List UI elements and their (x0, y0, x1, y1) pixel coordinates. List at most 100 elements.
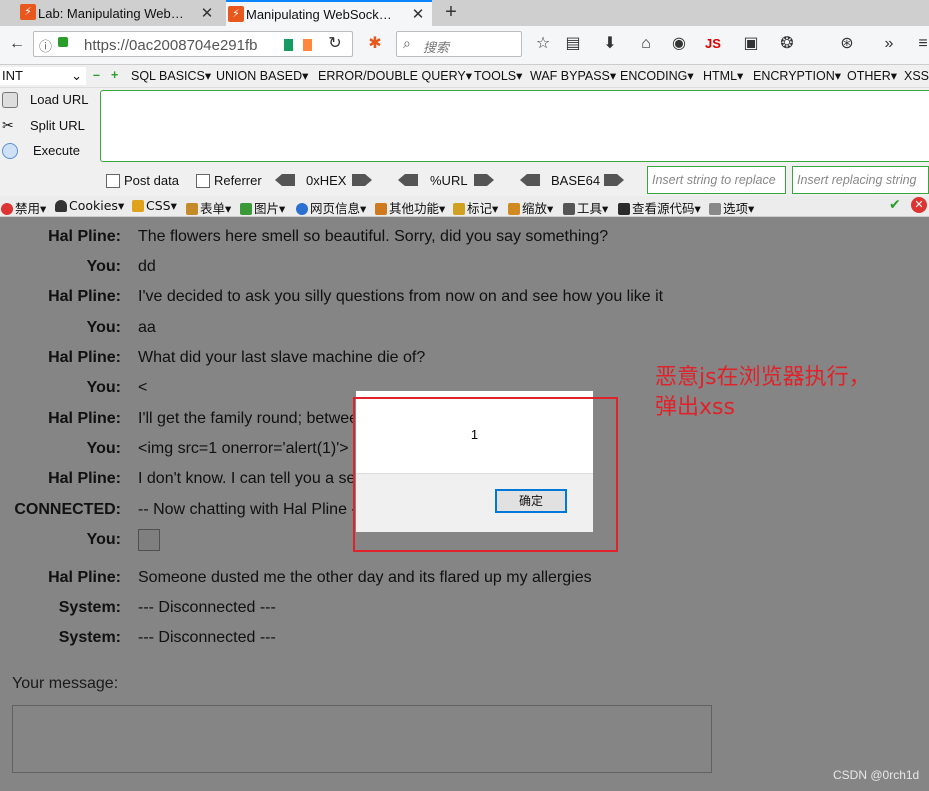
toolbar-mark[interactable]: 标记▾ (453, 198, 498, 217)
hackbar-url-textarea[interactable] (100, 90, 929, 162)
url-encode-arrow-icon[interactable] (474, 174, 494, 186)
annotation-line: 弹出xss (655, 395, 735, 420)
base64-decode-arrow-icon[interactable] (520, 174, 540, 186)
proxy-icon[interactable]: ⊛ (834, 31, 860, 57)
menu-encryption[interactable]: ENCRYPTION▾ (753, 68, 841, 83)
hackbar-panel: Load URL ✂ Split URL Execute Post data R… (0, 88, 929, 196)
toolbar-zoom[interactable]: 缩放▾ (508, 198, 553, 217)
toolbar-page-info[interactable]: 网页信息▾ (296, 198, 366, 217)
menu-sql-basics[interactable]: SQL BASICS▾ (131, 68, 211, 83)
reload-icon[interactable]: ↻ (322, 31, 348, 57)
toolbar-disable[interactable]: 禁用▾ (1, 198, 46, 217)
toolbar-cookies-label: Cookies▾ (69, 198, 125, 213)
burp-favicon-icon: ⚡ (228, 6, 244, 22)
toolbar-css-label: CSS▾ (146, 198, 177, 213)
insert-string-input[interactable]: Insert string to replace (647, 166, 786, 194)
split-url-icon: ✂ (2, 117, 14, 133)
base64-encode-arrow-icon[interactable] (604, 174, 624, 186)
burp-favicon-icon: ⚡ (20, 4, 36, 20)
minus-icon[interactable]: – (93, 68, 100, 82)
toolbar-view-source[interactable]: 查看源代码▾ (618, 198, 701, 217)
disable-icon (1, 203, 13, 215)
back-icon[interactable]: ← (4, 31, 30, 57)
load-url-button[interactable]: Load URL (0, 90, 100, 110)
menu-other[interactable]: OTHER▾ (847, 68, 897, 83)
tab-strip: ⚡ Lab: Manipulating Web… ✕ ⚡ Manipulatin… (0, 0, 929, 26)
user-icon (55, 200, 67, 212)
execute-label: Execute (33, 143, 80, 158)
image-icon (240, 203, 252, 215)
menu-encoding[interactable]: ENCODING▾ (620, 68, 694, 83)
annotation-note: 恶意js在浏览器执行， 弹出xss (655, 363, 915, 423)
type-select-value: INT (2, 68, 23, 83)
toolbar-options[interactable]: 选项▾ (709, 198, 754, 217)
post-data-label: Post data (124, 173, 179, 188)
hex-encode-arrow-icon[interactable] (352, 174, 372, 186)
close-tab-icon[interactable]: ✕ (199, 4, 215, 22)
tab-title: Lab: Manipulating Web… (38, 5, 184, 21)
toolbar-forms-label: 表单▾ (200, 201, 232, 216)
extension-icon[interactable]: ✱ (362, 31, 388, 57)
base64-label: BASE64 (551, 173, 601, 188)
menu-error-double-query[interactable]: ERROR/DOUBLE QUERY▾ (318, 68, 472, 83)
toolbar-page-info-label: 网页信息▾ (310, 201, 367, 216)
menu-html[interactable]: HTML▾ (703, 68, 743, 83)
search-icon: ⌕ (403, 35, 411, 51)
highlight-box (353, 397, 618, 552)
new-tab-button[interactable]: + (440, 0, 462, 26)
plus-icon[interactable]: + (111, 68, 118, 82)
menu-union-based[interactable]: UNION BASED▾ (216, 68, 308, 83)
close-tab-icon[interactable]: ✕ (410, 5, 426, 23)
checkmark-icon[interactable]: ✔ (889, 197, 901, 213)
toolbar-zoom-label: 缩放▾ (522, 201, 554, 216)
image-toggle-icon[interactable]: ▣ (738, 31, 764, 57)
download-icon[interactable]: ⬇ (597, 31, 623, 57)
palette-icon[interactable]: ❂ (774, 31, 800, 57)
tab-lab[interactable]: ⚡ Lab: Manipulating Web… ✕ (18, 0, 221, 26)
url-text: https://0ac2008704e291fb (84, 37, 258, 54)
type-select[interactable]: INT ⌄ (0, 67, 86, 85)
toolbar-disable-label: 禁用▾ (15, 201, 47, 216)
menu-tools[interactable]: TOOLS▾ (474, 68, 522, 83)
lock-icon (58, 37, 68, 47)
form-icon (186, 203, 198, 215)
close-circle-icon[interactable]: ✕ (911, 197, 927, 213)
js-toggle-icon[interactable]: JS (700, 31, 726, 57)
split-url-button[interactable]: ✂ Split URL (0, 116, 100, 136)
referrer-checkbox[interactable] (196, 174, 210, 188)
url-decode-arrow-icon[interactable] (398, 174, 418, 186)
toolbar-cookies[interactable]: Cookies▾ (55, 198, 124, 213)
insert-string-placeholder: Insert string to replace (652, 173, 776, 187)
addon-globe-icon[interactable]: ◉ (666, 31, 692, 57)
bookmark-star-icon[interactable]: ☆ (530, 31, 556, 57)
menu-icon[interactable]: ≡ (910, 31, 929, 57)
menu-waf-bypass[interactable]: WAF BYPASS▾ (530, 68, 616, 83)
toolbar-css[interactable]: CSS▾ (132, 198, 177, 213)
reader-icon[interactable]: ▤ (560, 31, 586, 57)
search-input[interactable]: ⌕ 搜索 (396, 31, 522, 57)
toolbar-forms[interactable]: 表单▾ (186, 198, 231, 217)
referrer-label: Referrer (214, 173, 262, 188)
info-icon[interactable]: ⓘ (39, 36, 52, 55)
toolbar-other-label: 其他功能▾ (389, 201, 446, 216)
source-icon (618, 203, 630, 215)
execute-icon (2, 143, 18, 159)
toolbar-other[interactable]: 其他功能▾ (375, 198, 445, 217)
chevron-down-icon: ⌄ (71, 68, 82, 83)
tab-active[interactable]: ⚡ Manipulating WebSock… ✕ (226, 0, 432, 26)
wrench-icon (563, 203, 575, 215)
tab-title: Manipulating WebSock… (246, 6, 392, 22)
replace-string-input[interactable]: Insert replacing string (792, 166, 929, 194)
url-bar[interactable]: ⓘ https://0ac2008704e291fb (33, 31, 353, 57)
menu-xss[interactable]: XSS▾ (904, 68, 929, 83)
search-placeholder: 搜索 (423, 40, 450, 55)
home-icon[interactable]: ⌂ (633, 31, 659, 57)
toolbar-images[interactable]: 图片▾ (240, 198, 285, 217)
execute-button[interactable]: Execute (0, 141, 100, 161)
post-data-checkbox[interactable] (106, 174, 120, 188)
load-url-label: Load URL (30, 92, 89, 107)
hex-decode-arrow-icon[interactable] (275, 174, 295, 186)
toolbar-tools[interactable]: 工具▾ (563, 198, 608, 217)
replace-string-placeholder: Insert replacing string (797, 173, 917, 187)
overflow-icon[interactable]: » (876, 31, 902, 57)
